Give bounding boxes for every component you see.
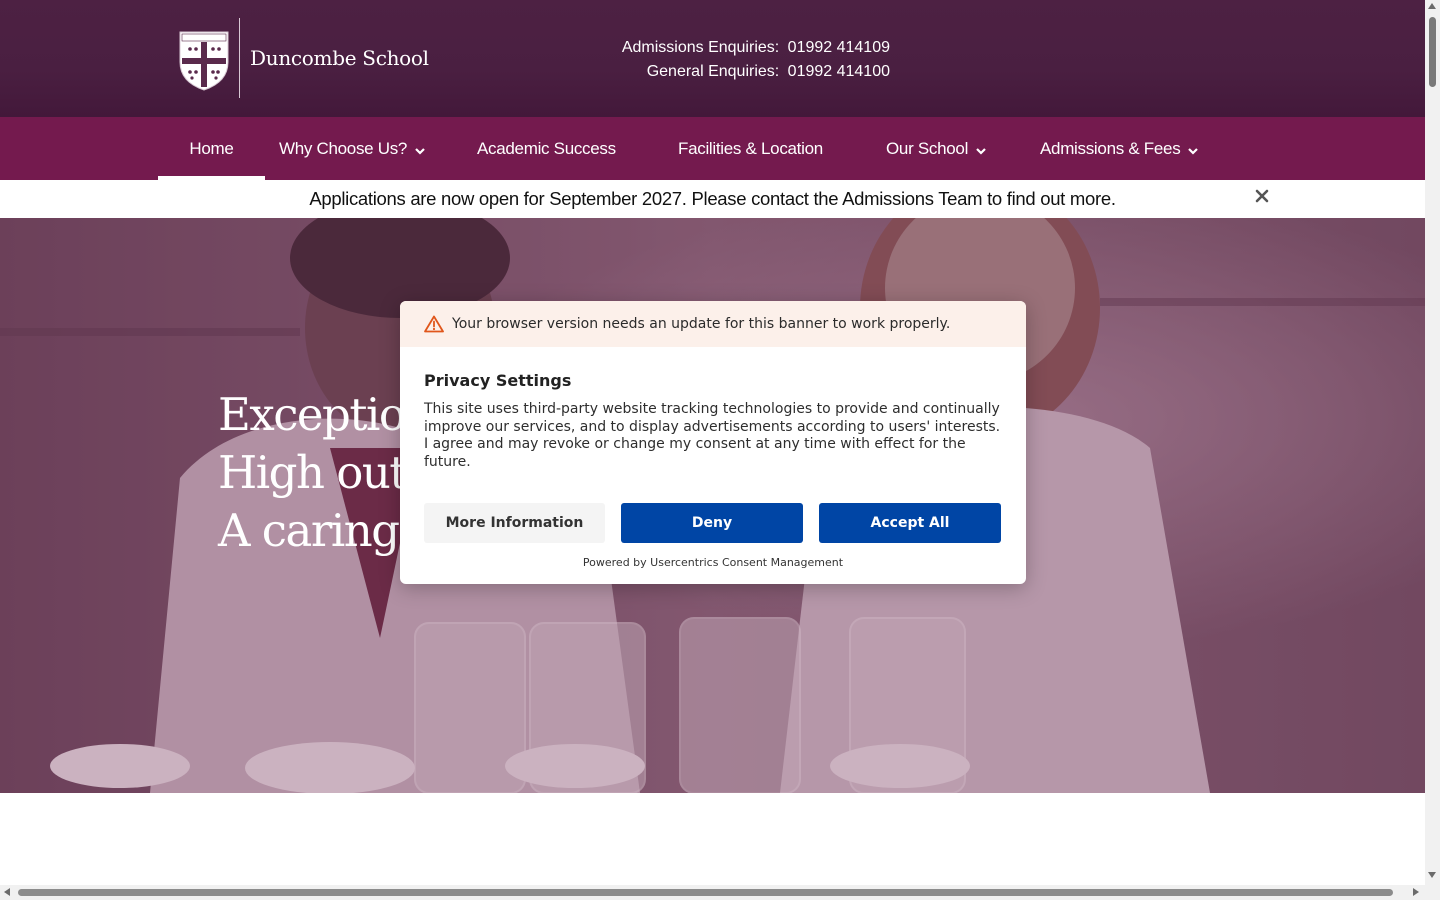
scrollbar-corner [1425,885,1440,900]
general-label: General Enquiries: [646,63,780,80]
privacy-consent-dialog: Your browser version needs an update for… [400,301,1026,584]
nav-item-label: Facilities & Location [678,138,823,158]
contact-info: Admissions Enquiries: 01992 414109 Gener… [560,36,890,84]
chevron-down-icon [1188,147,1199,155]
nav-item-label: Our School [886,138,969,158]
site-header: Duncombe School Admissions Enquiries: 01… [0,0,1425,117]
accept-all-button[interactable]: Accept All [819,503,1001,543]
browser-warning-bar: Your browser version needs an update for… [400,301,1026,347]
scroll-down-arrow-icon[interactable] [1428,872,1436,878]
admissions-phone-link[interactable]: 01992 414109 [788,39,890,56]
school-crest-icon[interactable] [178,28,230,92]
general-enquiries-line: General Enquiries: 01992 414100 [560,60,890,84]
chevron-down-icon [415,147,425,155]
scroll-left-arrow-icon[interactable] [4,888,10,896]
nav-item-label: Admissions & Fees [1040,138,1181,158]
general-phone-link[interactable]: 01992 414100 [788,63,890,80]
privacy-settings-title: Privacy Settings [424,371,572,390]
content-area [0,793,1425,885]
vertical-scrollbar-thumb[interactable] [1429,17,1436,87]
deny-button[interactable]: Deny [621,503,803,543]
nav-item-academic-success[interactable]: Academic Success [477,117,616,180]
warning-icon [424,315,444,333]
horizontal-scrollbar-thumb[interactable] [18,889,1393,896]
nav-item-our-school[interactable]: Our School [886,117,988,180]
nav-item-label: Academic Success [477,138,616,158]
chevron-down-icon [976,147,986,155]
nav-item-facilities-location[interactable]: Facilities & Location [678,117,823,180]
scroll-up-arrow-icon[interactable] [1428,3,1436,9]
more-information-button[interactable]: More Information [424,503,605,543]
privacy-description: This site uses third-party website track… [424,401,1001,470]
powered-by-usercentrics[interactable]: Powered by Usercentrics Consent Manageme… [400,556,1026,569]
nav-item-admissions-fees[interactable]: Admissions & Fees [1040,117,1200,180]
nav-item-home[interactable]: Home [158,117,265,180]
logo-divider [239,18,240,98]
scroll-right-arrow-icon[interactable] [1413,888,1419,896]
warning-text: Your browser version needs an update for… [452,316,951,332]
vertical-scrollbar[interactable] [1425,0,1440,885]
admissions-label: Admissions Enquiries: [621,39,780,56]
school-name-logo[interactable]: Duncombe School [250,46,429,70]
announcement-text: Applications are now open for September … [309,188,1116,209]
close-icon[interactable] [1255,189,1269,203]
admissions-enquiries-line: Admissions Enquiries: 01992 414109 [560,36,890,60]
horizontal-scrollbar[interactable] [0,885,1425,900]
nav-item-label: Home [189,138,234,158]
announcement-bar: Applications are now open for September … [0,180,1425,218]
nav-item-label: Why Choose Us? [279,138,408,158]
main-navigation: Home Why Choose Us? Academic Success Fac… [0,117,1425,180]
nav-item-why-choose-us[interactable]: Why Choose Us? [279,117,427,180]
